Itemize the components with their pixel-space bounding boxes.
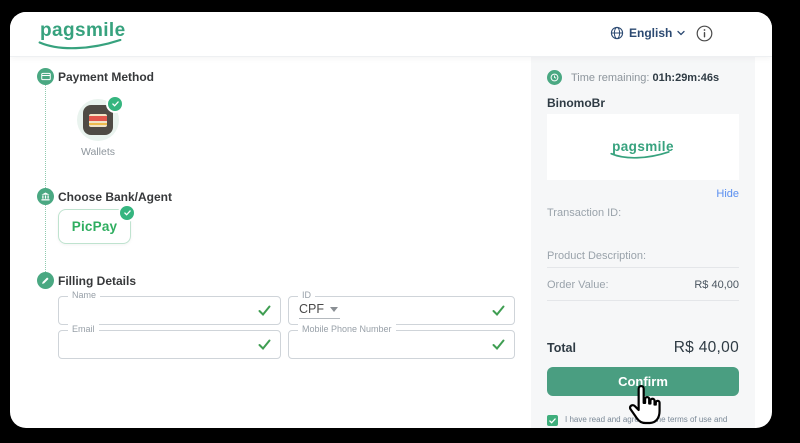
picpay-logo: PicPay (72, 219, 117, 234)
id-field: ID CPF (288, 296, 515, 325)
logo-swoosh-icon (38, 39, 122, 51)
terms-row: I have read and agree to the terms of us… (547, 414, 739, 426)
wallets-check-badge (106, 95, 124, 113)
pagsmile-logo: pagsmile (40, 20, 126, 42)
name-field: Name (58, 296, 281, 325)
globe-icon (610, 26, 624, 40)
page-background: pagsmile English (0, 0, 800, 443)
email-input[interactable] (59, 331, 280, 358)
confirm-button[interactable]: Confirm (547, 367, 739, 396)
total-label: Total (547, 341, 576, 355)
name-valid-check-icon (258, 305, 271, 316)
merchant-name: BinomoBr (547, 96, 605, 110)
time-remaining-label: Time remaining: (571, 72, 649, 84)
order-value: R$ 40,00 (694, 279, 739, 291)
divider (547, 267, 739, 268)
info-button[interactable] (696, 25, 713, 42)
step2-title: Choose Bank/Agent (58, 190, 172, 204)
select-caret-icon (330, 307, 338, 312)
bank-icon (41, 192, 50, 201)
wallets-label: Wallets (68, 146, 128, 158)
time-remaining: Time remaining:01h:29m:46s (571, 72, 719, 84)
step2-indicator (37, 188, 54, 205)
order-summary-panel: Time remaining:01h:29m:46s BinomoBr pags… (531, 57, 755, 428)
id-type-select[interactable]: CPF (299, 302, 340, 319)
phone-input[interactable] (289, 331, 514, 358)
logo-swoosh-icon-small (610, 151, 670, 160)
language-label: English (629, 26, 672, 40)
header: pagsmile English (10, 12, 772, 57)
step3-indicator (37, 272, 54, 289)
name-input[interactable] (59, 297, 280, 324)
logo-text: pagsmile (40, 20, 126, 41)
chevron-down-icon (677, 30, 685, 36)
step3-title: Filling Details (58, 274, 136, 288)
card-icon (41, 72, 51, 81)
order-value-row: Order Value: R$ 40,00 (547, 279, 739, 291)
picpay-check-badge (118, 204, 136, 222)
terms-text: I have read and agree to the terms of us… (565, 414, 727, 425)
phone-field: Mobile Phone Number (288, 330, 515, 359)
hide-link[interactable]: Hide (716, 188, 739, 200)
phone-valid-check-icon (492, 339, 505, 350)
id-field-label: ID (298, 290, 315, 300)
total-value: R$ 40,00 (674, 339, 739, 357)
id-type-value: CPF (299, 302, 324, 316)
step-connector-line (45, 78, 46, 274)
pencil-icon (41, 276, 50, 285)
product-description-label: Product Description: (547, 250, 646, 262)
wallet-card-graphic (89, 114, 107, 127)
transaction-id-label: Transaction ID: (547, 207, 621, 219)
step1-indicator (37, 68, 54, 85)
step1-title: Payment Method (58, 70, 154, 84)
email-field: Email (58, 330, 281, 359)
language-selector[interactable]: English (610, 26, 685, 40)
merchant-logo-box: pagsmile (547, 114, 739, 180)
checkout-card: pagsmile English (10, 12, 772, 428)
id-valid-check-icon (492, 305, 505, 316)
divider (547, 300, 739, 301)
email-valid-check-icon (258, 339, 271, 350)
pagsmile-logo-small: pagsmile (612, 138, 674, 156)
terms-checkbox[interactable] (547, 415, 558, 426)
time-remaining-value: 01h:29m:46s (652, 72, 719, 84)
clock-icon (547, 70, 562, 85)
total-row: Total R$ 40,00 (547, 339, 739, 357)
info-icon (696, 25, 713, 42)
order-value-label: Order Value: (547, 279, 609, 291)
